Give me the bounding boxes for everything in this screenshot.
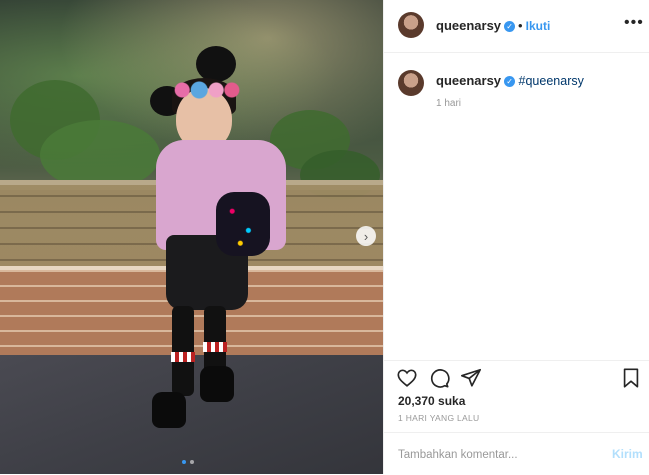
like-count[interactable]: 20,370 suka	[398, 394, 465, 408]
carousel-indicator	[182, 460, 194, 464]
more-icon[interactable]: •••	[624, 14, 644, 32]
caption-avatar[interactable]	[398, 70, 424, 96]
author-avatar[interactable]	[398, 12, 424, 38]
carousel-dot-active	[182, 460, 186, 464]
verified-badge-icon: ✓	[504, 76, 516, 88]
post-side-panel: queenarsy ✓ • Ikuti ••• queenarsy ✓ #queenar…	[383, 0, 649, 474]
author-username[interactable]: queenarsy	[436, 18, 501, 33]
heart-icon[interactable]	[396, 367, 418, 389]
caption-username[interactable]: queenarsy	[436, 73, 501, 88]
chevron-right-icon: ›	[363, 228, 369, 244]
subject-sock	[171, 352, 195, 362]
separator-dot: •	[518, 18, 523, 33]
subject-sock	[203, 342, 227, 352]
bookmark-icon[interactable]	[620, 367, 642, 389]
mouse-ear	[196, 46, 236, 82]
instagram-post-modal: › queenarsy ✓ • Ikuti ••• queenarsy ✓ #queen…	[0, 0, 649, 474]
follow-button[interactable]: Ikuti	[526, 19, 551, 33]
subject-boot	[152, 392, 186, 428]
post-actions	[384, 360, 649, 395]
comment-input[interactable]	[396, 445, 600, 465]
carousel-dot	[190, 460, 194, 464]
verified-badge-icon: ✓	[504, 21, 516, 33]
share-icon[interactable]	[460, 367, 482, 389]
caption-text: queenarsy ✓ #queenarsy	[436, 73, 584, 88]
header-line: queenarsy ✓ • Ikuti	[436, 18, 550, 33]
post-photo[interactable]: ›	[0, 0, 383, 474]
flower-crown	[172, 80, 240, 100]
caption-hashtag-link[interactable]: #queenarsy	[519, 74, 584, 88]
comment-icon[interactable]	[428, 367, 450, 389]
caption-time: 1 hari	[436, 98, 462, 109]
subject-leg	[172, 306, 194, 396]
carousel-next-button[interactable]: ›	[356, 226, 376, 246]
post-comment-button[interactable]: Kirim	[612, 447, 643, 461]
subject-bag	[216, 192, 270, 256]
post-header: queenarsy ✓ • Ikuti •••	[384, 0, 649, 53]
post-timestamp[interactable]: 1 HARI YANG LALU	[398, 413, 480, 423]
subject-boot	[200, 366, 234, 402]
comment-bar: Kirim	[384, 432, 649, 475]
